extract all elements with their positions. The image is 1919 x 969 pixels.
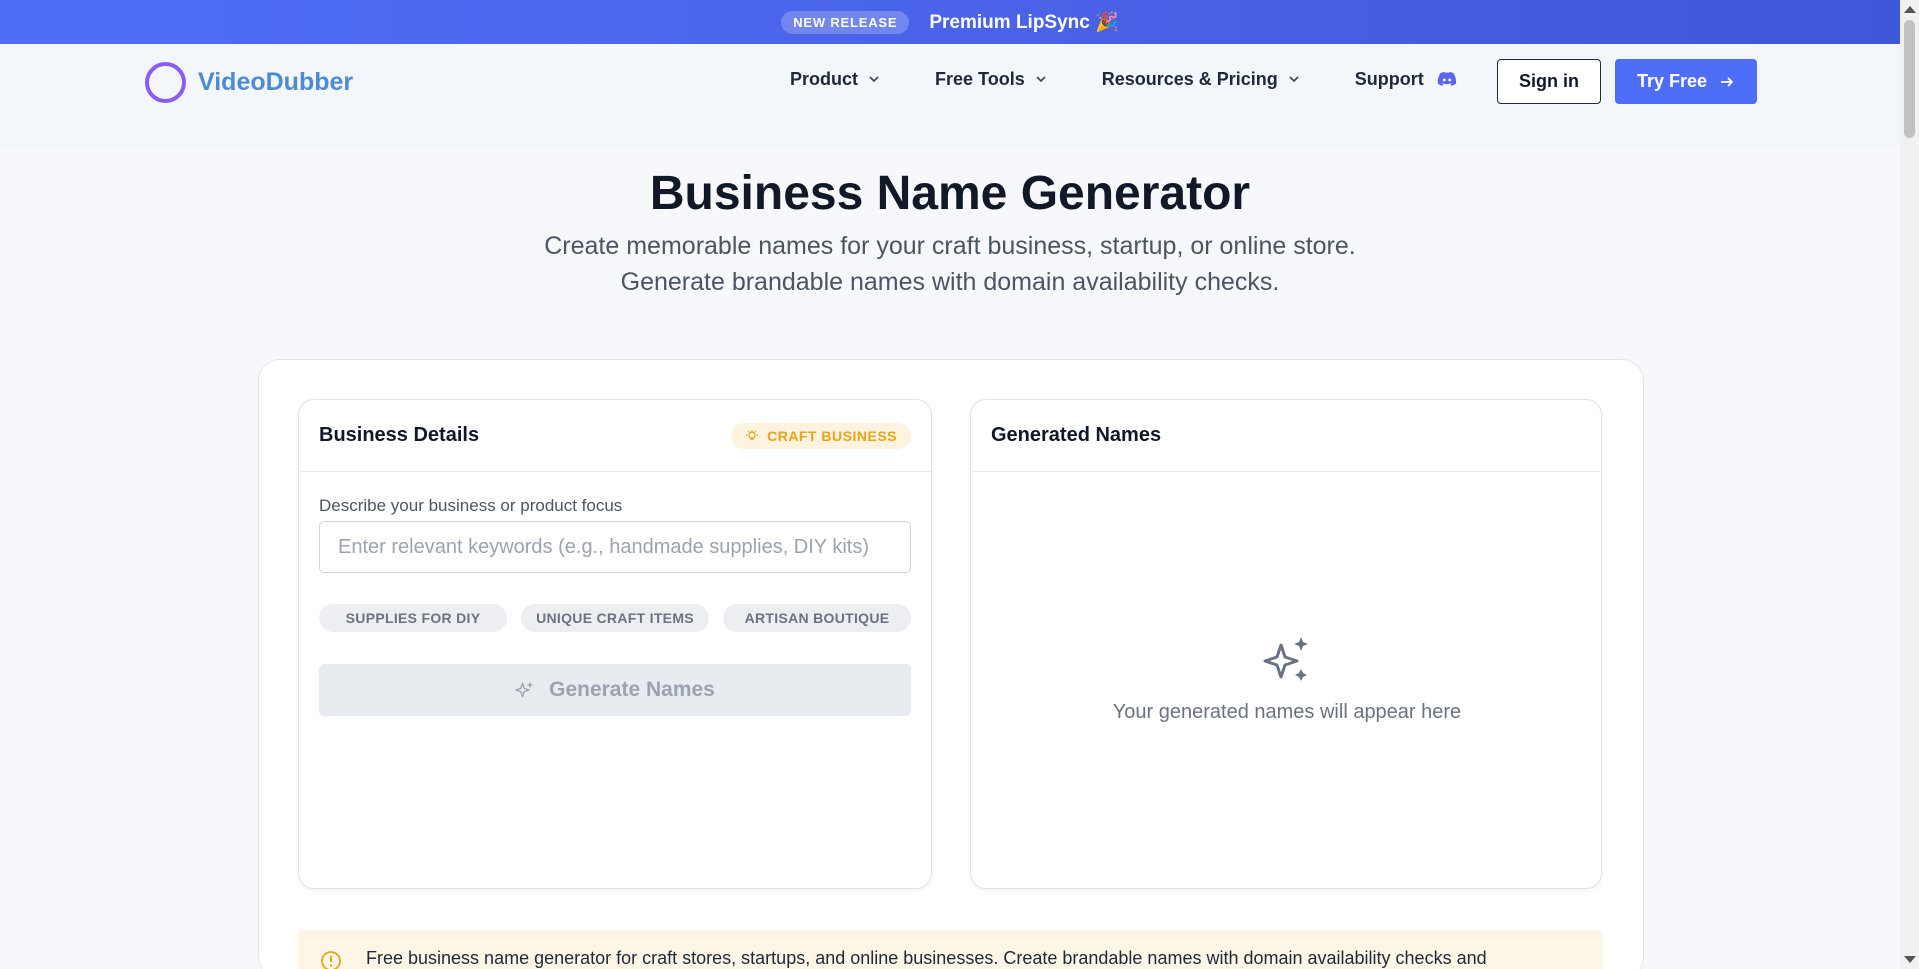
brand-name: VideoDubber	[198, 68, 354, 96]
support-label: Support	[1354, 68, 1424, 89]
nav-item-label: Product	[790, 68, 859, 89]
generate-label: Generate Names	[549, 678, 715, 701]
lightbulb-icon	[745, 429, 759, 440]
logo-ring-icon	[145, 62, 186, 103]
sparkles-icon	[515, 681, 534, 698]
try-free-button[interactable]: Try Free	[1615, 59, 1757, 104]
nav-item-resources-pricing[interactable]: Resources & Pricing	[1102, 69, 1300, 90]
nav-item-label: Resources & Pricing	[1101, 68, 1278, 89]
page-scrollbar[interactable]	[1900, 0, 1919, 969]
panel-title: Generated Names	[991, 424, 1162, 446]
chip-unique-craft-items[interactable]: UNIQUE CRAFT ITEMS	[521, 604, 709, 632]
sparkles-icon	[1263, 637, 1308, 681]
badge-label: CRAFT BUSINESS	[767, 427, 897, 444]
brand-logo[interactable]: VideoDubber	[145, 62, 353, 103]
page-title: Business Name Generator	[649, 167, 1251, 220]
suggestion-chips: SUPPLIES FOR DIY UNIQUE CRAFT ITEMS ARTI…	[319, 604, 911, 632]
sign-in-button[interactable]: Sign in	[1497, 59, 1601, 104]
nav-item-free-tools[interactable]: Free Tools	[935, 69, 1047, 90]
chevron-down-icon	[1289, 76, 1299, 83]
craft-business-badge: CRAFT BUSINESS	[731, 422, 911, 449]
discord-icon	[1437, 71, 1456, 86]
keywords-label: Describe your business or product focus	[319, 496, 623, 515]
empty-state-text: Your generated names will appear here	[1112, 701, 1462, 723]
try-free-label: Try Free	[1636, 71, 1708, 91]
info-banner: Free business name generator for craft s…	[298, 930, 1602, 969]
empty-state: Your generated names will appear here	[971, 635, 1603, 724]
new-release-badge: NEW RELEASE	[781, 10, 910, 34]
nav-item-product[interactable]: Product	[790, 69, 880, 90]
info-text: Free business name generator for craft s…	[366, 948, 1487, 968]
panel-header: Generated Names	[971, 400, 1601, 472]
chevron-down-icon	[869, 76, 879, 83]
panel-header: Business Details CRAFT BUSINESS	[299, 400, 931, 472]
info-icon	[321, 951, 341, 969]
nav-menu: Product Free Tools Resources & Pricing S…	[790, 68, 1458, 90]
chip-artisan-boutique[interactable]: ARTISAN BOUTIQUE	[723, 604, 911, 632]
nav-item-support[interactable]: Support	[1355, 68, 1458, 90]
chip-supplies-for-diy[interactable]: SUPPLIES FOR DIY	[319, 604, 507, 632]
scroll-down-arrow-icon[interactable]	[1904, 956, 1916, 963]
keywords-input[interactable]	[319, 521, 911, 573]
nav-item-label: Free Tools	[935, 68, 1025, 89]
panel-title: Business Details	[319, 424, 480, 446]
top-navigation: VideoDubber Product Free Tools Resources…	[0, 44, 1900, 148]
page-subtitle: Create memorable names for your craft bu…	[544, 232, 1356, 296]
generate-names-button[interactable]: Generate Names	[319, 664, 911, 716]
announcement-bar[interactable]: NEW RELEASE Premium LipSync 🎉	[0, 0, 1900, 44]
scroll-up-arrow-icon[interactable]	[1904, 6, 1916, 13]
arrow-right-icon	[1721, 76, 1734, 87]
business-details-panel: Business Details CRAFT BUSINESS Describe…	[298, 399, 932, 889]
generated-names-panel: Generated Names Your generated names wil…	[970, 399, 1602, 889]
announcement-message[interactable]: Premium LipSync 🎉	[929, 10, 1118, 34]
chevron-down-icon	[1036, 76, 1046, 83]
scroll-thumb[interactable]	[1904, 20, 1915, 138]
